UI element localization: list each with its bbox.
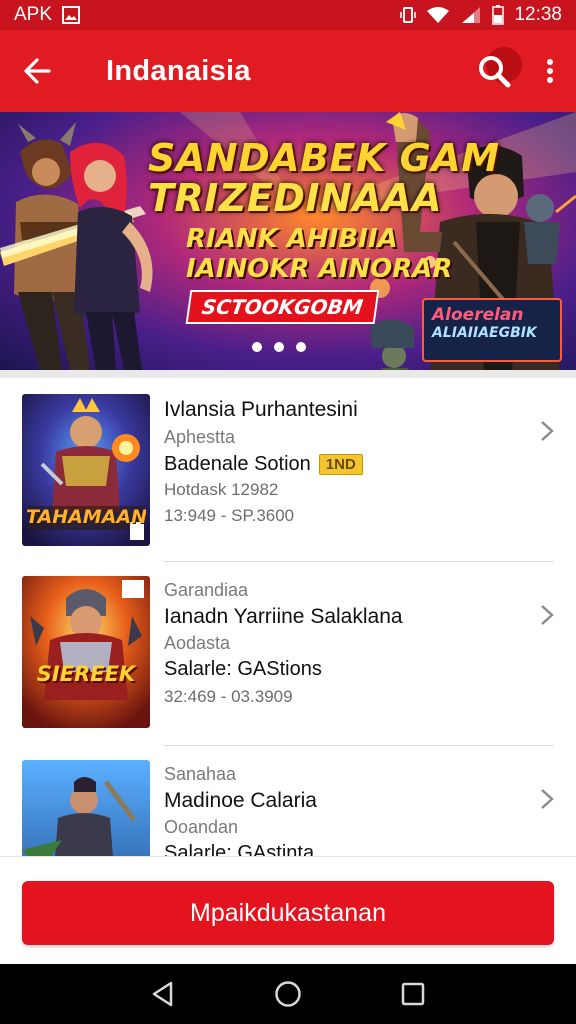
item-subtitle: Aphestta [164, 427, 236, 447]
item-highlight-row: Badenale Sotion 1ND [164, 453, 524, 476]
list-item[interactable]: TAHAMAAN Ivlansia Purhantesini Aphestta … [0, 378, 576, 562]
mech-figure-center [370, 319, 414, 370]
item-subtitle: Ooandan [164, 817, 239, 837]
item-highlight: Salarle: GAStions [164, 658, 322, 680]
carousel-dot[interactable] [296, 342, 306, 352]
thumbnail-art [22, 760, 150, 856]
nav-home-button[interactable] [258, 964, 318, 1024]
thumbnail-caption: SIEREEK [36, 662, 136, 686]
banner-subline: RIANK AHIBIIA IAINOKR AINORAR [186, 224, 452, 284]
battery-icon [492, 5, 505, 25]
item-subtitle: Aodasta [164, 633, 231, 653]
game-thumbnail: TAHAMAAN [22, 394, 150, 546]
vibrate-icon [400, 6, 417, 24]
app-bar: Indanaisia [0, 30, 576, 112]
status-left: APK [14, 4, 81, 26]
back-arrow-icon [24, 58, 51, 84]
badge-line-2: ALIAIIAEGBIK [432, 325, 537, 341]
banner-game-badge: Aloerelan ALIAIIAEGBIK [422, 298, 562, 362]
bottom-action-bar: Mpaikdukastanan [0, 856, 576, 964]
list-item[interactable]: SIEREEK Garandiaa Ianadn Yarriine Salakl… [0, 562, 576, 746]
chevron-right-icon [541, 789, 554, 809]
game-thumbnail [22, 760, 150, 856]
status-time: 12:38 [514, 4, 562, 25]
banner-headline-2: TRIZEDINAAA [148, 176, 443, 220]
item-detail: Hotdask 12982 [164, 480, 279, 499]
carousel-indicator [252, 342, 306, 352]
status-bar: APK 12:38 [0, 0, 576, 30]
chevron-right-icon [541, 421, 554, 441]
mech-figure-right [524, 194, 576, 264]
app-root: APK 12:38 Indanaisia SANDABEK GAM TRIZED… [0, 0, 576, 1024]
item-title: Ivlansia Purhantesini [164, 398, 358, 421]
banner-subline-2: IAINOKR AINORAR [186, 254, 453, 284]
back-button[interactable] [0, 30, 74, 112]
badge-line-1: Aloerelan [432, 305, 524, 325]
item-text: Ivlansia Purhantesini Aphestta Badenale … [164, 398, 524, 526]
system-nav-bar [0, 964, 576, 1024]
more-options-button[interactable] [524, 30, 576, 112]
page-title: Indanaisia [106, 54, 251, 87]
status-right: 12:38 [400, 4, 562, 26]
carousel-dot[interactable] [274, 342, 284, 352]
section-divider [0, 370, 576, 378]
carrier-label: APK [14, 4, 53, 25]
item-highlight: Salarle: GAstinta [164, 842, 315, 856]
item-meta: 13:949 - SP.3600 [164, 506, 295, 525]
item-highlight: Badenale Sotion [164, 453, 311, 475]
search-button[interactable] [464, 41, 524, 101]
carousel-dot[interactable] [252, 342, 262, 352]
thumbnail-art [22, 576, 150, 728]
banner-headline-1: SANDABEK GAM [148, 136, 500, 180]
app-bar-actions [464, 30, 576, 112]
recents-square-icon [402, 982, 425, 1006]
list-item[interactable]: Sanahaa Madinoe Calaria Ooandan Salarle:… [0, 746, 576, 856]
banner-subline-1: RIANK AHIBIIA [186, 224, 398, 254]
item-category: Sanahaa [164, 764, 237, 784]
wifi-icon [426, 6, 450, 24]
signal-icon [460, 6, 482, 24]
nav-recents-button[interactable] [383, 964, 443, 1024]
chevron-right-icon [541, 605, 554, 625]
image-icon [62, 6, 81, 24]
promo-banner[interactable]: SANDABEK GAM TRIZEDINAAA RIANK AHIBIIA I… [0, 112, 576, 370]
item-meta: 32:469 - 03.3909 [164, 687, 293, 706]
item-text: Sanahaa Madinoe Calaria Ooandan Salarle:… [164, 764, 524, 856]
game-list: TAHAMAAN Ivlansia Purhantesini Aphestta … [0, 378, 576, 856]
item-text: Garandiaa Ianadn Yarriine Salaklana Aoda… [164, 580, 524, 707]
thumbnail-caption: TAHAMAAN [26, 506, 146, 528]
item-title: Ianadn Yarriine Salaklana [164, 605, 403, 628]
search-icon [479, 56, 511, 88]
banner-cta-label[interactable]: SCTOOKGOBM [185, 290, 380, 324]
item-tag-badge: 1ND [318, 454, 363, 475]
more-vert-icon [547, 59, 553, 83]
item-category: Garandiaa [164, 580, 249, 600]
game-thumbnail: SIEREEK [22, 576, 150, 728]
primary-action-button[interactable]: Mpaikdukastanan [22, 881, 554, 945]
nav-back-button[interactable] [133, 964, 193, 1024]
back-triangle-icon [152, 981, 172, 1007]
home-circle-icon [275, 981, 301, 1007]
item-title: Madinoe Calaria [164, 789, 317, 812]
